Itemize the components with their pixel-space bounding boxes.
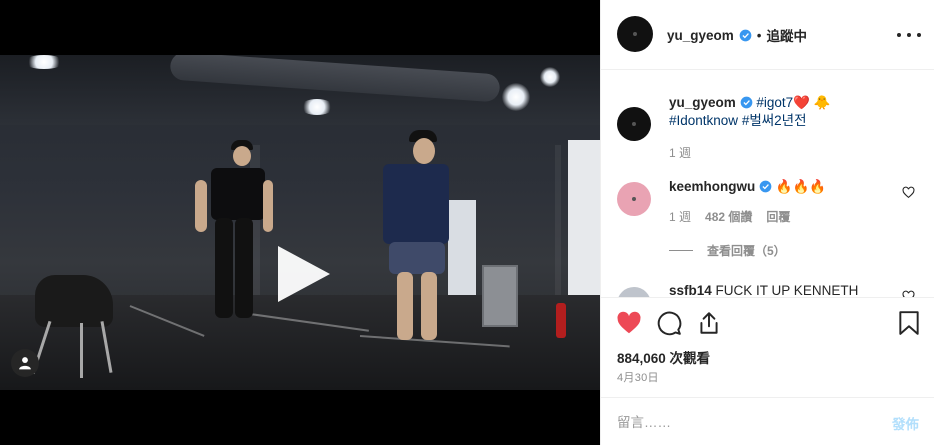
comment-body: 🔥🔥🔥 <box>775 179 827 194</box>
share-icon[interactable] <box>696 310 722 336</box>
verified-badge-icon <box>740 96 752 109</box>
comment-input[interactable] <box>617 411 867 433</box>
view-replies-button[interactable]: 查看回覆（5） <box>669 242 786 259</box>
video-speaker <box>482 265 518 327</box>
emoji-heart: ❤️ <box>793 95 810 110</box>
comment-time[interactable]: 1 週 <box>669 208 691 225</box>
verified-badge-icon <box>759 180 772 193</box>
user-tag-icon <box>19 357 31 370</box>
video-ceiling-light <box>24 55 64 69</box>
comment-avatar[interactable] <box>617 182 651 216</box>
video-ceiling-light <box>502 83 530 111</box>
play-button[interactable] <box>270 242 334 306</box>
video-chair-leg <box>80 323 83 378</box>
comment-meta: 1 週 482 個讚 回覆 <box>669 208 790 225</box>
bookmark-icon[interactable] <box>896 310 922 336</box>
comment-avatar[interactable] <box>617 287 651 297</box>
video-ceiling-light <box>540 67 560 87</box>
comment-username[interactable]: keemhongwu <box>669 179 755 194</box>
play-icon <box>278 246 330 302</box>
video-dancer-left <box>195 140 275 330</box>
caption-avatar[interactable] <box>617 107 651 141</box>
more-options-icon[interactable] <box>897 24 921 46</box>
view-count[interactable]: 884,060 次觀看 <box>617 347 710 367</box>
comment-likes[interactable]: 482 個讚 <box>705 208 752 225</box>
comments-list[interactable]: yu_gyeom #igot7❤️ 🐥 #Idontknow #벌써2년전 1 … <box>601 70 934 297</box>
video-ceiling-light <box>300 99 334 115</box>
emoji-chick: 🐥 <box>813 95 831 110</box>
comment-reply-button[interactable]: 回覆 <box>766 208 790 225</box>
verified-badge-icon <box>739 29 752 41</box>
header-separator: • <box>756 27 762 43</box>
header-avatar[interactable] <box>617 16 653 52</box>
header-username[interactable]: yu_gyeom <box>667 28 734 43</box>
post-panel: yu_gyeom • 追蹤中 yu_gyeom #igot7❤️ 🐥 #Idon… <box>600 0 934 445</box>
media-pane <box>0 0 600 445</box>
comment-like-icon[interactable] <box>902 290 915 297</box>
post-header: yu_gyeom • 追蹤中 <box>601 0 934 70</box>
comment-body: FUCK IT UP KENNETH <box>715 283 859 297</box>
comment-row: ssfb14 FUCK IT UP KENNETH <box>617 282 919 297</box>
video-player[interactable] <box>0 55 600 390</box>
video-fire-extinguisher <box>556 303 566 338</box>
comment-username[interactable]: ssfb14 <box>669 283 712 297</box>
caption-row: yu_gyeom #igot7❤️ 🐥 #Idontknow #벌써2년전 1 … <box>617 92 919 162</box>
caption-text: yu_gyeom #igot7❤️ 🐥 #Idontknow #벌써2년전 <box>669 94 891 130</box>
comment-row: keemhongwu 🔥🔥🔥 1 週 482 個讚 回覆 查看回覆（5） <box>617 178 919 258</box>
caption-meta: 1 週 <box>669 144 691 161</box>
comment-text: keemhongwu 🔥🔥🔥 <box>669 178 891 196</box>
hashtag-link[interactable]: #벌써2년전 <box>742 113 807 128</box>
caption-time[interactable]: 1 週 <box>669 144 691 161</box>
comment-text: ssfb14 FUCK IT UP KENNETH <box>669 282 891 297</box>
comment-icon[interactable] <box>656 310 682 336</box>
following-button[interactable]: 追蹤中 <box>767 25 808 45</box>
post-button[interactable]: 發佈 <box>892 413 919 433</box>
comment-box: 發佈 <box>601 397 934 445</box>
hashtag-link[interactable]: #Idontknow <box>669 113 738 128</box>
caption-username[interactable]: yu_gyeom <box>669 95 736 110</box>
view-replies-label: 查看回覆（5） <box>707 244 786 258</box>
video-dancer-right <box>375 130 455 350</box>
hashtag-link[interactable]: #igot7 <box>756 95 793 110</box>
post-date[interactable]: 4月30日 <box>617 369 659 385</box>
video-whiteboard <box>568 140 600 300</box>
heart-filled-icon[interactable] <box>616 310 642 336</box>
video-chair <box>35 275 113 327</box>
comment-like-icon[interactable] <box>902 186 915 199</box>
user-tags-button[interactable] <box>11 349 39 377</box>
